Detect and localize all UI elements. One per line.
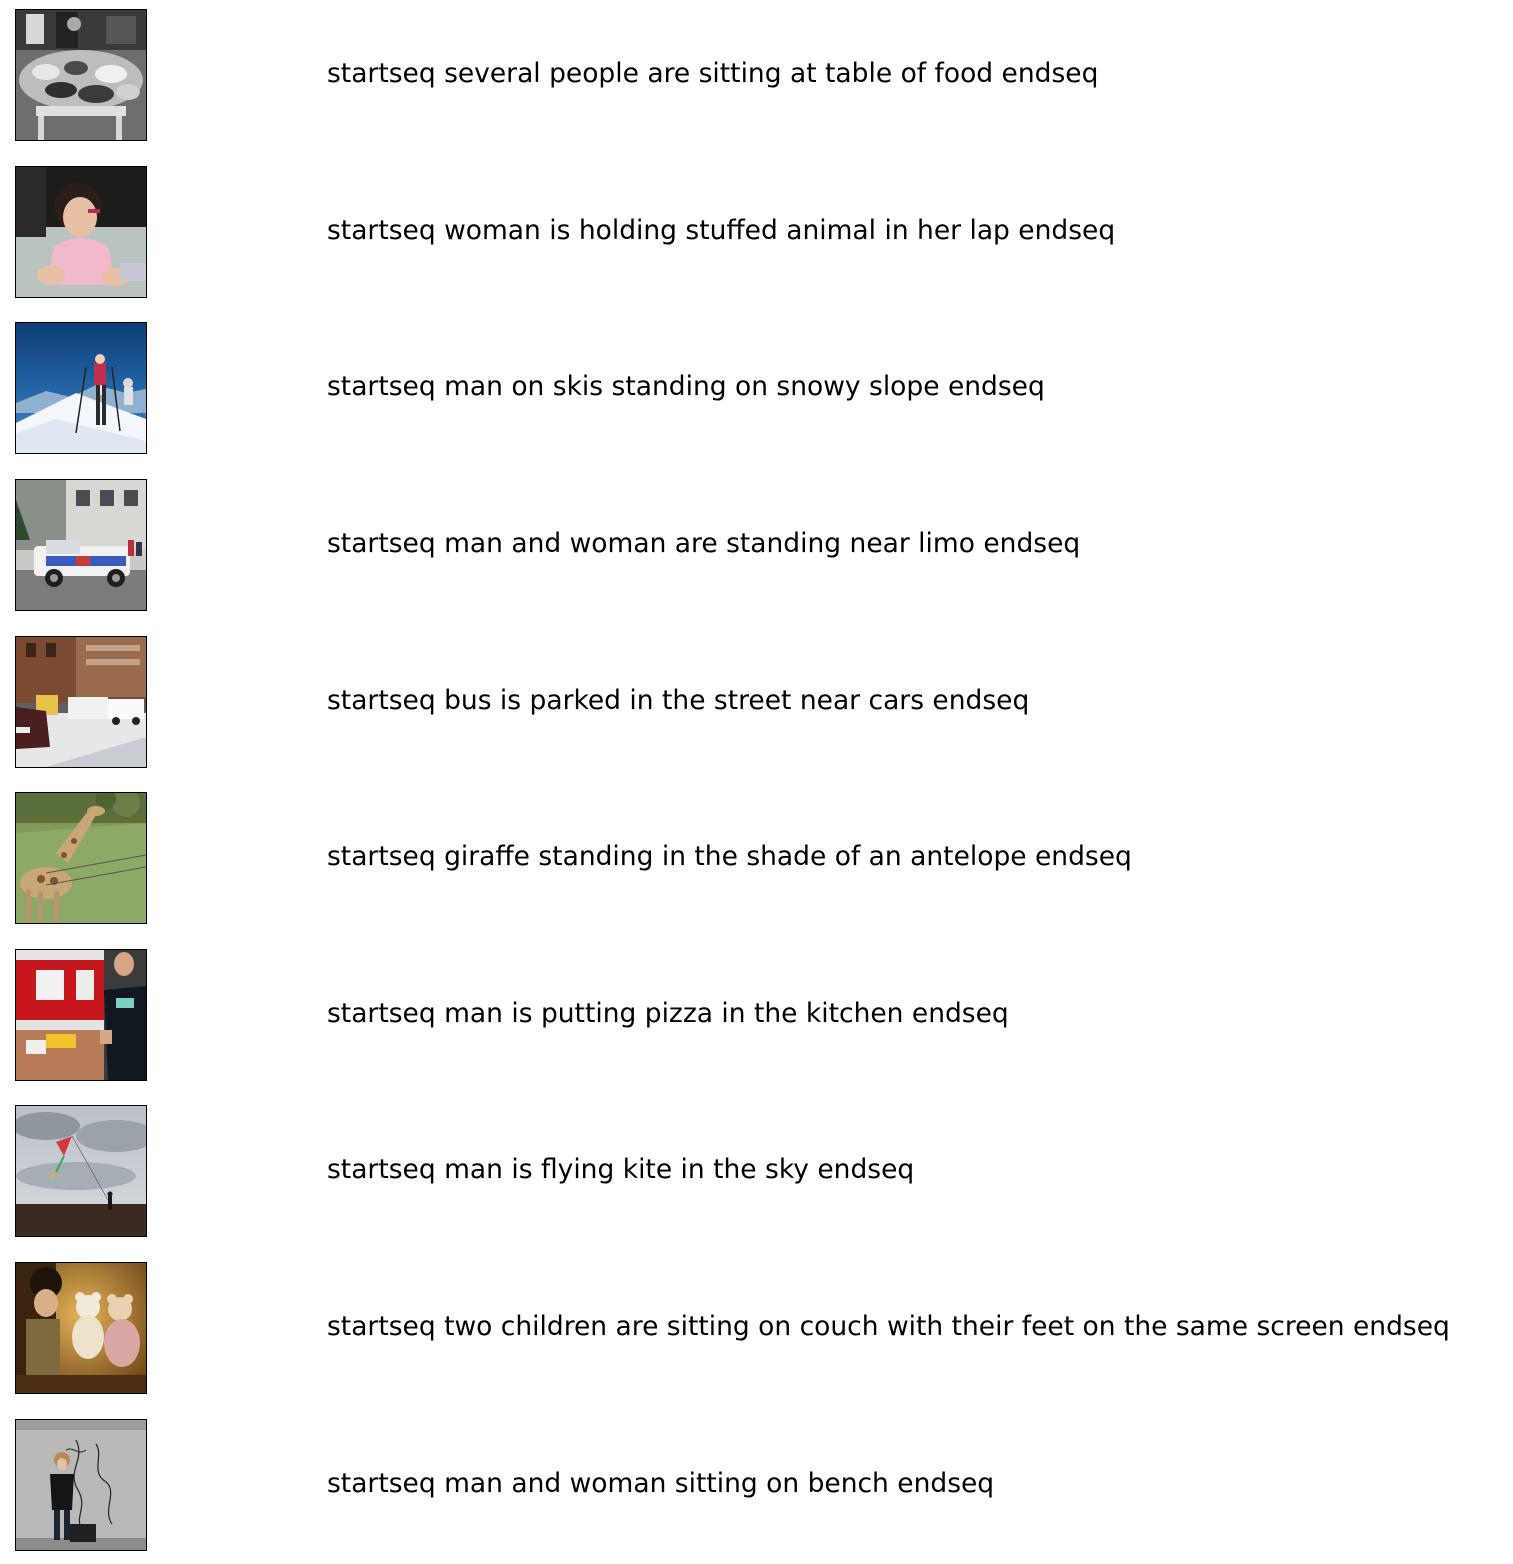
kite-photo [16,1106,146,1236]
result-thumbnail [15,322,147,454]
truck-street-photo [16,480,146,610]
result-thumbnail [15,1105,147,1237]
result-thumbnail [15,1419,147,1551]
result-row: startseq man and woman sitting on bench … [0,1419,1513,1551]
result-row: startseq man is putting pizza in the kit… [0,949,1513,1081]
result-row: startseq man and woman are standing near… [0,479,1513,611]
parked-vehicles-photo [16,637,146,767]
caption-text: startseq man and woman are standing near… [327,528,1081,559]
caption-text: startseq giraffe standing in the shade o… [327,841,1132,872]
result-row: startseq giraffe standing in the shade o… [0,792,1513,924]
result-thumbnail [15,1262,147,1394]
result-row: startseq woman is holding stuffed animal… [0,166,1513,298]
result-thumbnail [15,166,147,298]
caption-text: startseq man and woman sitting on bench … [327,1468,995,1499]
caption-text: startseq woman is holding stuffed animal… [327,215,1116,246]
caption-text: startseq man is flying kite in the sky e… [327,1154,915,1185]
result-row: startseq two children are sitting on cou… [0,1262,1513,1394]
food-table-photo [16,10,146,140]
caption-text: startseq man on skis standing on snowy s… [327,371,1045,402]
caption-text: startseq two children are sitting on cou… [327,1311,1450,1342]
result-thumbnail [15,949,147,1081]
caption-text: startseq man is putting pizza in the kit… [327,998,1009,1029]
result-thumbnail [15,9,147,141]
result-row: startseq bus is parked in the street nea… [0,636,1513,768]
child-photo [16,167,146,297]
caption-text: startseq bus is parked in the street nea… [327,685,1030,716]
woman-wall-photo [16,1420,146,1550]
giraffe-photo [16,793,146,923]
result-thumbnail [15,479,147,611]
result-thumbnail [15,636,147,768]
caption-text: startseq several people are sitting at t… [327,58,1099,89]
teddy-bears-photo [16,1263,146,1393]
kitchen-photo [16,950,146,1080]
skier-photo [16,323,146,453]
result-thumbnail [15,792,147,924]
result-row: startseq several people are sitting at t… [0,9,1513,141]
result-row: startseq man is flying kite in the sky e… [0,1105,1513,1237]
result-row: startseq man on skis standing on snowy s… [0,322,1513,454]
